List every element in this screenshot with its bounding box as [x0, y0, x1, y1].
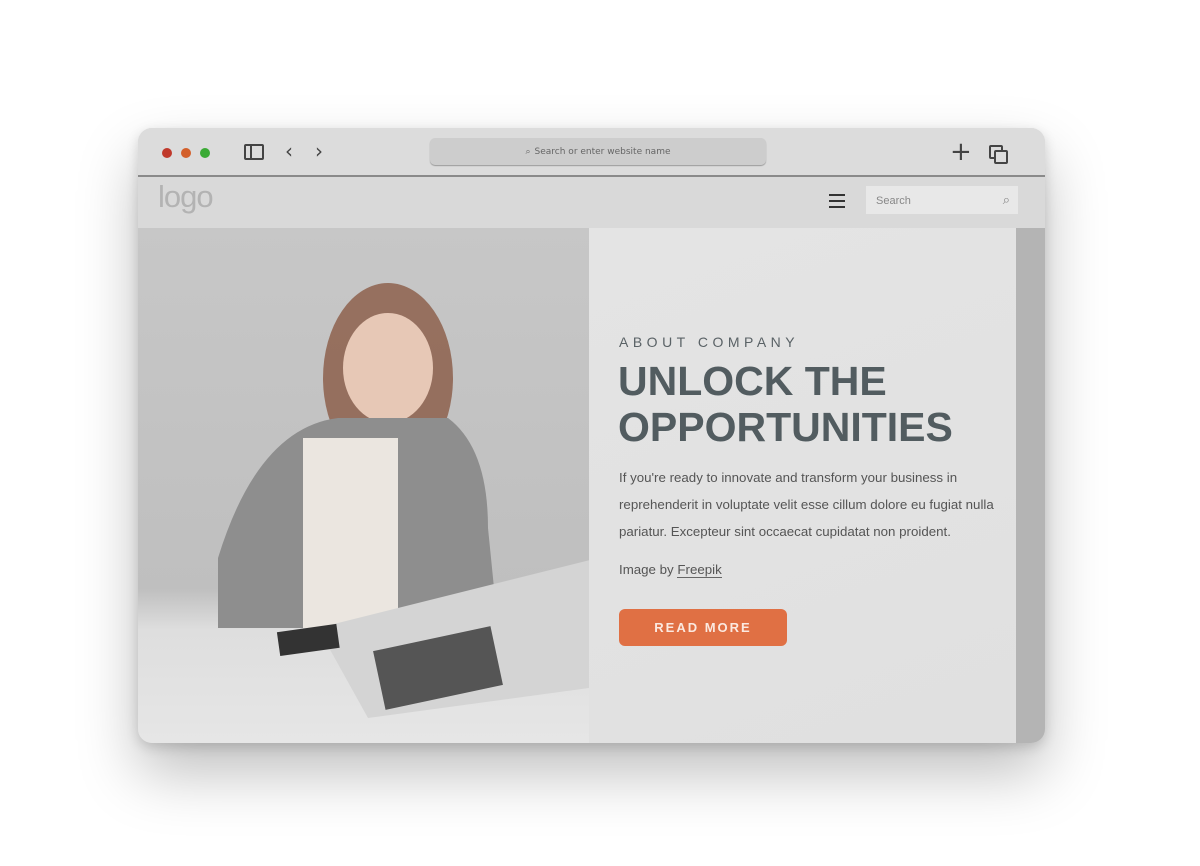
- hero-image: [138, 228, 598, 743]
- site-logo[interactable]: logo: [158, 179, 214, 215]
- forward-icon[interactable]: ›: [315, 141, 323, 161]
- title-line-1: UNLOCK THE: [618, 358, 887, 404]
- read-more-button[interactable]: READ MORE: [619, 609, 787, 646]
- close-window-button[interactable]: [162, 148, 172, 158]
- hero-description: If you're ready to innovate and transfor…: [619, 470, 994, 539]
- menu-icon[interactable]: [829, 194, 845, 212]
- minimize-window-button[interactable]: [181, 148, 191, 158]
- image-credit: Image by Freepik: [619, 562, 722, 578]
- search-icon[interactable]: ⌕: [1003, 192, 1010, 208]
- address-placeholder: Search or enter website name: [534, 146, 671, 157]
- browser-toolbar: ‹ › ⌕ Search or enter website name +: [138, 128, 1045, 177]
- back-icon[interactable]: ‹: [285, 141, 293, 161]
- tabs-overview-icon[interactable]: [989, 145, 1008, 164]
- address-bar[interactable]: ⌕ Search or enter website name: [430, 138, 766, 165]
- hero-title: UNLOCK THE OPPORTUNITIES: [618, 358, 953, 450]
- freepik-link[interactable]: Freepik: [677, 562, 722, 578]
- hero-content: ABOUT COMPANY UNLOCK THE OPPORTUNITIES If…: [589, 228, 1016, 743]
- eyebrow: ABOUT COMPANY: [619, 334, 800, 350]
- search-icon: ⌕: [525, 146, 531, 157]
- new-tab-icon[interactable]: +: [950, 139, 972, 165]
- scrollbar[interactable]: [1016, 228, 1045, 743]
- browser-window: ‹ › ⌕ Search or enter website name + logo…: [138, 128, 1045, 743]
- title-line-2: OPPORTUNITIES: [618, 404, 953, 450]
- search-placeholder: Search: [876, 195, 911, 207]
- maximize-window-button[interactable]: [200, 148, 210, 158]
- site-navbar: logo Search ⌕: [138, 177, 1045, 228]
- sidebar-toggle-icon[interactable]: [244, 144, 264, 160]
- credit-prefix: Image by: [619, 562, 674, 577]
- site-search-input[interactable]: Search ⌕: [866, 186, 1018, 214]
